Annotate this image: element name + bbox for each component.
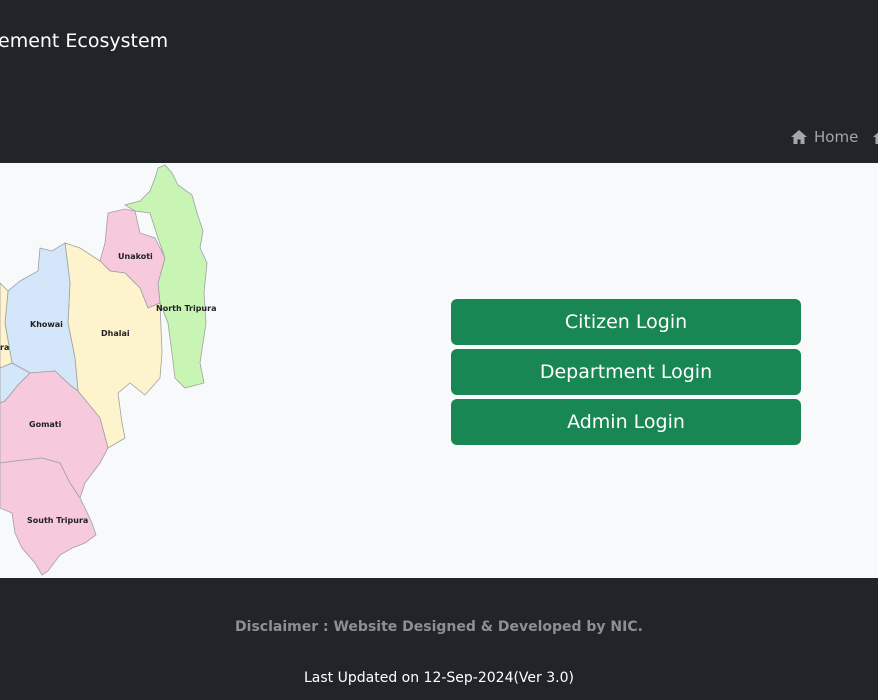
- footer: Disclaimer : Website Designed & Develope…: [0, 578, 878, 700]
- map-label-south-tripura: South Tripura: [27, 516, 88, 525]
- citizen-login-button[interactable]: Citizen Login: [451, 299, 801, 345]
- main-content: Unakoti North Tripura Khowai Dhalai ra G…: [0, 163, 878, 578]
- footer-last-updated: Last Updated on 12-Sep-2024(Ver 3.0): [304, 670, 574, 686]
- map-label-gomati: Gomati: [29, 420, 62, 429]
- map-label-unakoti: Unakoti: [118, 252, 153, 261]
- home-icon: [873, 132, 878, 144]
- map-label-khowai: Khowai: [30, 320, 63, 329]
- map-label-west-tripura: ra: [0, 343, 9, 352]
- department-login-button[interactable]: Department Login: [451, 349, 801, 395]
- footer-disclaimer: Disclaimer : Website Designed & Develope…: [235, 619, 643, 635]
- home-icon: [791, 130, 807, 144]
- top-nav: Home: [790, 128, 878, 146]
- map-label-dhalai: Dhalai: [101, 329, 130, 338]
- map-label-north-tripura: North Tripura: [156, 304, 216, 313]
- site-title: ement Ecosystem: [0, 30, 169, 52]
- admin-login-button[interactable]: Admin Login: [451, 399, 801, 445]
- nav-item-second[interactable]: [872, 129, 878, 145]
- nav-item-home[interactable]: Home: [790, 128, 858, 146]
- header: ement Ecosystem Home: [0, 0, 878, 163]
- tripura-district-map: Unakoti North Tripura Khowai Dhalai ra G…: [0, 164, 216, 576]
- nav-item-home-label: Home: [814, 128, 859, 146]
